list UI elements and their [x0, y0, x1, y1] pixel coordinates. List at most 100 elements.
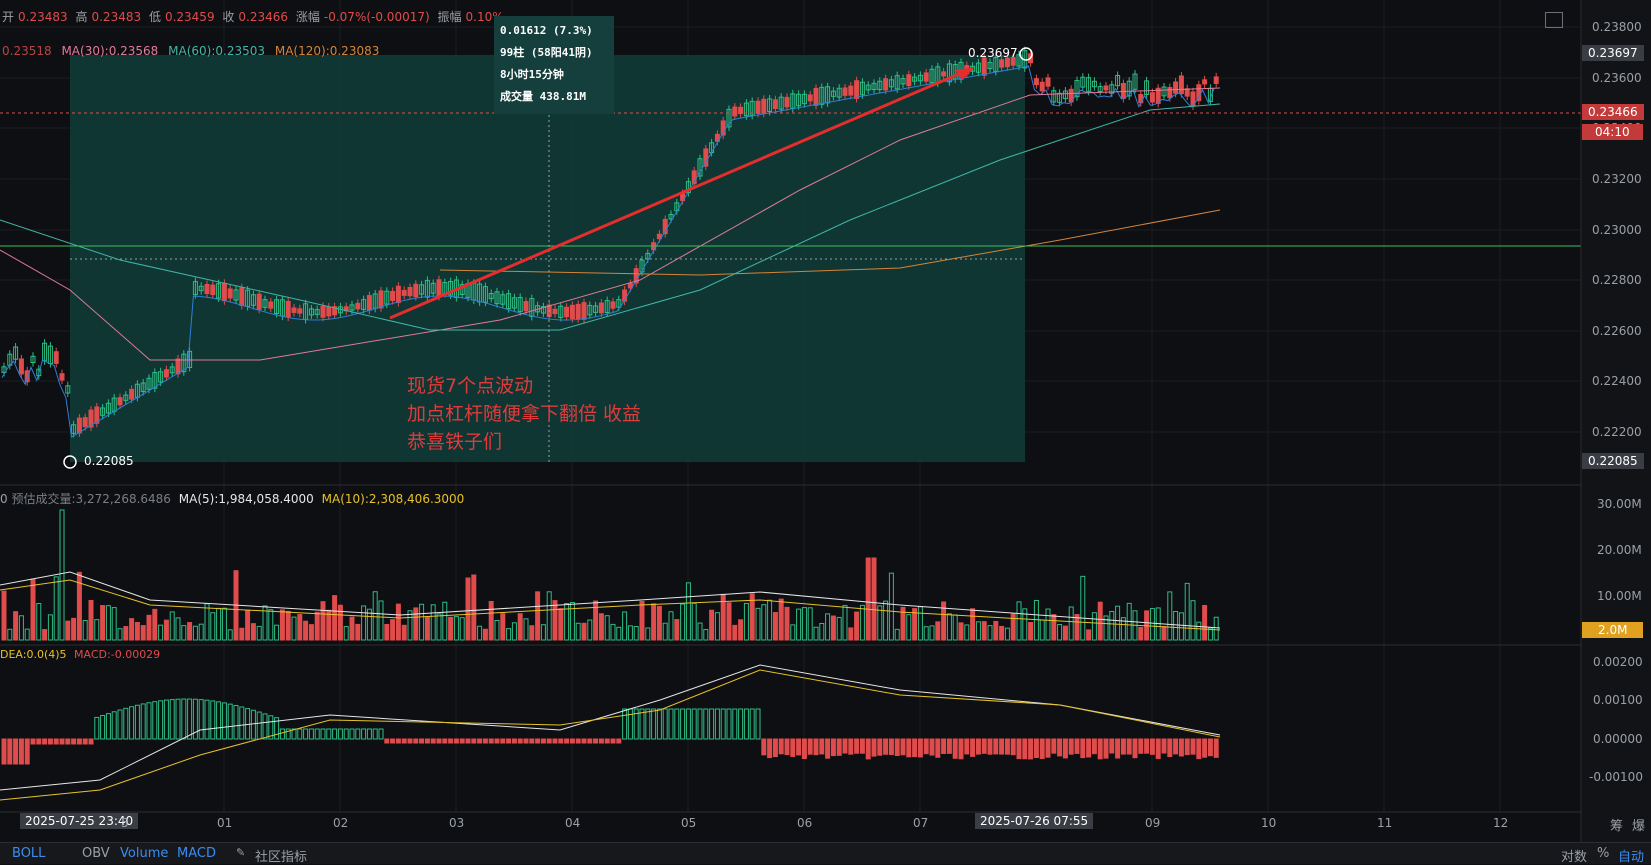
volume-bar — [500, 613, 506, 641]
macd-bar — [453, 738, 459, 744]
log-scale-toggle[interactable]: 对数 — [1561, 846, 1587, 865]
macd-bar — [1202, 738, 1208, 758]
candle-body — [227, 288, 233, 299]
chart-annotation[interactable]: 现货7个点波动 加点杠杆随便拿下翻倍 收益 恭喜铁子们 — [407, 372, 641, 456]
percent-toggle[interactable]: % — [1597, 846, 1609, 861]
macd-bar — [987, 738, 993, 755]
candle-body — [129, 388, 135, 400]
volume-bar — [1062, 625, 1068, 641]
candle-body — [848, 85, 854, 96]
macd-bar — [511, 738, 517, 744]
indicator-volume[interactable]: Volume — [120, 846, 168, 861]
volume-current-tag: 2.0M — [1582, 622, 1644, 638]
low-label: 低 — [148, 10, 161, 24]
candle-body — [53, 351, 59, 364]
macd-bar — [575, 738, 581, 744]
candle-body — [285, 300, 291, 318]
volume-bar — [250, 623, 256, 641]
candle-body — [575, 303, 581, 320]
indicator-macd[interactable]: MACD — [177, 846, 216, 861]
community-indicators[interactable]: 社区指标 — [255, 846, 307, 865]
time-tick-label: 11 — [1377, 816, 1393, 830]
volume-bar — [163, 619, 169, 641]
volume-bar — [100, 605, 106, 641]
time-tick-label: 10 — [1261, 816, 1277, 830]
indicator-obv[interactable]: OBV — [82, 846, 110, 861]
macd-bar — [419, 738, 425, 744]
annotation-line3: 恭喜铁子们 — [407, 431, 503, 453]
volume-bar — [709, 609, 715, 641]
candle-body — [256, 293, 262, 310]
macd-bar — [7, 738, 13, 765]
macd-bar — [1028, 738, 1034, 760]
auto-scale-toggle[interactable]: 自动 — [1618, 846, 1644, 865]
volume-tick-label: 20.00M — [1597, 543, 1642, 557]
macd-bar — [941, 738, 947, 754]
volume-bar — [395, 603, 401, 641]
macd-bar — [1022, 738, 1028, 760]
macd-bar — [830, 738, 836, 757]
volume-bar — [981, 621, 987, 641]
candle-body — [772, 99, 778, 110]
time-tick-label: 12 — [1493, 816, 1509, 830]
candle-body — [1149, 92, 1155, 103]
macd-bar — [859, 738, 865, 754]
macd-bar — [610, 738, 616, 744]
macd-bar — [1091, 738, 1097, 755]
chart-canvas[interactable] — [0, 0, 1651, 842]
macd-bar — [1062, 738, 1068, 759]
macd-bar — [1173, 738, 1179, 755]
volume-ma5: MA(5):1,984,058.4000 — [178, 492, 314, 506]
time-tick-label: 05 — [681, 816, 697, 830]
volume-bar — [65, 620, 71, 641]
candle-body — [413, 283, 419, 298]
macd-bar — [894, 738, 900, 757]
volume-bar — [134, 621, 140, 641]
chip-icon[interactable]: 筹 — [1610, 815, 1623, 834]
macd-bar — [912, 738, 918, 758]
macd-bar — [923, 738, 929, 755]
volume-bar — [1086, 629, 1092, 641]
macd-bar — [883, 738, 889, 755]
macd-bar — [1051, 738, 1057, 754]
expand-icon[interactable] — [1545, 12, 1563, 28]
macd-bar — [552, 738, 558, 744]
macd-bar — [917, 738, 923, 758]
liquidation-icon[interactable]: 爆 — [1632, 815, 1645, 834]
price-tick-label: 0.22400 — [1592, 374, 1642, 388]
macd-bar — [1109, 738, 1115, 754]
macd-bar — [1, 738, 7, 765]
macd-bar — [1213, 738, 1219, 758]
time-tick-label: 02 — [333, 816, 349, 830]
candle-body — [761, 98, 767, 114]
macd-bar — [390, 738, 396, 744]
candle-body — [239, 287, 245, 307]
macd-bar — [593, 738, 599, 744]
macd-tick-label: -0.00100 — [1589, 770, 1643, 784]
candle-body — [204, 284, 210, 295]
volume-bar — [935, 621, 941, 641]
ohlc-header: 开 0.23483 高 0.23483 低 0.23459 收 0.23466 涨幅 -0… — [2, 8, 508, 25]
volume-bar — [529, 625, 535, 641]
macd-bar — [1196, 738, 1202, 760]
candle-body — [175, 358, 181, 375]
volume-bar — [1202, 605, 1208, 641]
price-tick-label: 0.23800 — [1592, 20, 1642, 34]
macd-bar — [581, 738, 587, 744]
candle-body — [842, 87, 848, 96]
candle-body — [1039, 81, 1045, 92]
volume-bar — [390, 619, 396, 641]
ma120-value: MA(120):0.23083 — [274, 44, 380, 58]
volume-bar — [355, 623, 361, 641]
macd-bar — [604, 738, 610, 744]
indicator-boll[interactable]: BOLL — [12, 846, 45, 861]
candle-body — [523, 301, 529, 312]
volume-bar — [424, 616, 430, 641]
price-tick-label: 0.23200 — [1592, 172, 1642, 186]
macd-bar — [546, 738, 552, 744]
macd-bar — [59, 738, 65, 745]
edit-icon[interactable]: ✎ — [236, 846, 245, 859]
price-tick-label: 0.22600 — [1592, 324, 1642, 338]
macd-bar — [1074, 738, 1080, 754]
macd-bar — [888, 738, 894, 755]
